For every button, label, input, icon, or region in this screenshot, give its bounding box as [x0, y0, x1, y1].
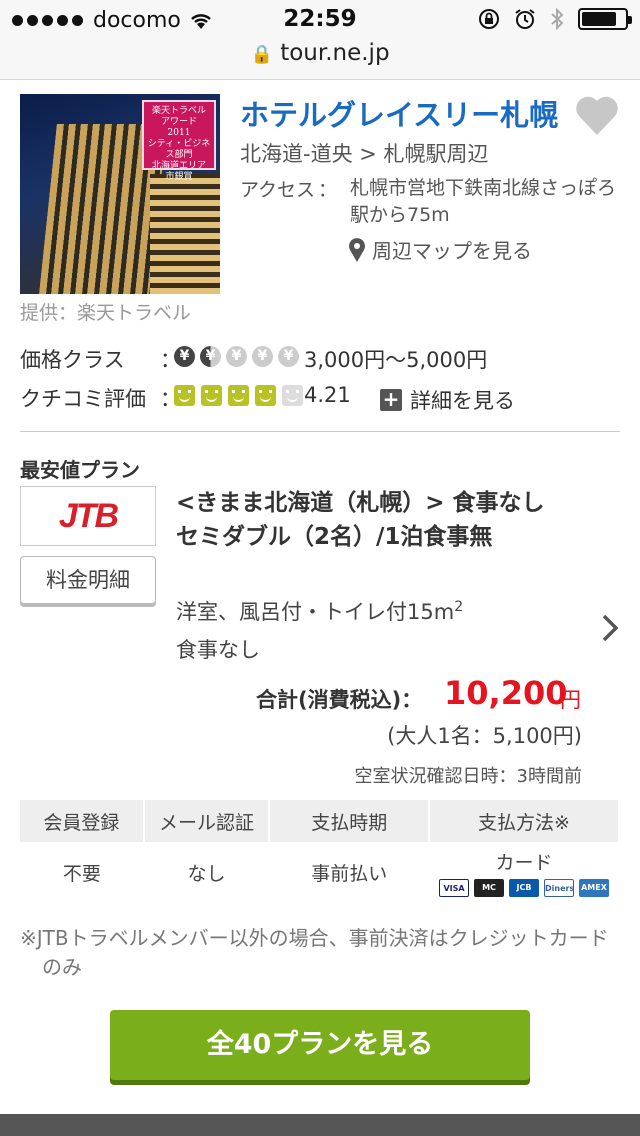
meal-info: 食事なし [176, 638, 260, 662]
review-rating [174, 385, 303, 406]
jtb-logo: JTB [58, 496, 119, 535]
payment-note: ※JTBトラベルメンバー以外の場合、事前決済はクレジットカードのみ [20, 926, 609, 979]
lock-icon: 🔒 [250, 44, 273, 65]
header-membership: 会員登録 [20, 800, 145, 842]
smile-face-icon [255, 385, 276, 406]
yen-icon: ¥ [200, 346, 221, 367]
provider-logo[interactable]: JTB [20, 486, 156, 546]
header-mail-auth: メール認証 [143, 800, 271, 842]
access-label: アクセス [240, 179, 316, 201]
map-pin-icon [349, 237, 365, 262]
bottom-toolbar [0, 1114, 640, 1136]
visa-icon: VISA [439, 878, 469, 897]
status-bar: docomo 22:59 [0, 0, 640, 40]
review-label: クチコミ評価 [20, 387, 146, 411]
conditions-value-row: 不要 なし 事前払い カード VISA MC JCB Diners AMEX [20, 842, 619, 902]
smile-face-icon [201, 385, 222, 406]
amex-icon: AMEX [579, 878, 609, 897]
hotel-photo[interactable]: 楽天トラベル アワード 2011 シティ・ビジネス部門 北海道エリア 市銀賞 [20, 94, 220, 294]
jcb-icon: JCB [509, 878, 539, 897]
plus-icon: + [380, 389, 402, 411]
mastercard-icon: MC [474, 878, 504, 897]
url-text: tour.ne.jp [280, 40, 390, 66]
favorite-heart-icon[interactable] [574, 94, 620, 136]
smile-face-icon [228, 385, 249, 406]
total-unit: 円 [560, 688, 581, 712]
header-payment-method: 支払方法※ [429, 800, 620, 842]
access-colon: ： [318, 179, 338, 201]
yen-icon: ¥ [226, 346, 247, 367]
value-membership: 不要 [62, 862, 101, 885]
value-payment-timing: 事前払い [311, 862, 388, 885]
value-mail-auth: なし [187, 862, 226, 885]
header-payment-timing: 支払時期 [269, 800, 431, 842]
map-link[interactable]: 周辺マップを見る [348, 235, 532, 264]
conditions-table: 会員登録 メール認証 支払時期 支払方法※ 不要 なし 事前払い カード VIS… [20, 800, 620, 902]
bluetooth-icon [551, 8, 564, 30]
per-person-price: (大人1名：5,100円) [387, 724, 582, 748]
hotel-name-link[interactable]: ホテルグレイスリー札幌 [240, 92, 558, 134]
price-class-rating: ¥ ¥ ¥ ¥ ¥ [174, 346, 299, 367]
yen-icon: ¥ [252, 346, 273, 367]
cheapest-plan-label: 最安値プラン [20, 458, 140, 482]
review-detail-link[interactable]: + 詳細を見る [380, 385, 515, 415]
view-all-plans-button[interactable]: 全40プランを見る [110, 1010, 530, 1080]
yen-icon: ¥ [174, 346, 195, 367]
total-label: 合計(消費税込)： [256, 688, 423, 712]
room-info: 洋室、風呂付・トイレ付15m2 [176, 599, 464, 624]
value-payment-method: カード VISA MC JCB Diners AMEX [429, 842, 619, 902]
battery-icon [578, 8, 632, 30]
chevron-right-icon[interactable] [600, 612, 620, 644]
review-score: 4.21 [304, 383, 351, 407]
availability-checked-time: 空室状況確認日時：3時間前 [354, 766, 582, 787]
access-text: 札幌市営地下鉄南北線さっぽろ駅から75m [350, 177, 617, 226]
alarm-icon [515, 9, 535, 29]
address-bar[interactable]: 🔒 tour.ne.jp [0, 40, 640, 66]
price-class-label: 価格クラス [20, 348, 125, 372]
hotel-area: 北海道-道央 > 札幌駅周辺 [240, 142, 489, 166]
conditions-header-row: 会員登録 メール認証 支払時期 支払方法※ [20, 800, 620, 842]
plan-title-link[interactable]: <きまま北海道（札幌）> 食事なし セミダブル（2名）/1泊食事無 [176, 486, 586, 554]
smile-face-icon [282, 385, 303, 406]
image-credit: 提供：楽天トラベル [20, 302, 192, 324]
award-badge: 楽天トラベル アワード 2011 シティ・ビジネス部門 北海道エリア 市銀賞 [142, 100, 216, 182]
total-price: 10,200 [444, 674, 568, 712]
diners-icon: Diners [544, 878, 574, 897]
card-brands: VISA MC JCB Diners AMEX [429, 878, 619, 897]
review-detail-label: 詳細を見る [410, 389, 515, 413]
rotation-lock-icon [479, 9, 499, 29]
price-range: 3,000円～5,000円 [304, 348, 488, 372]
status-icons [478, 8, 632, 30]
section-divider [20, 431, 620, 432]
browser-chrome: docomo 22:59 🔒 tour.ne.jp [0, 0, 640, 80]
map-link-label: 周辺マップを見る [372, 239, 532, 263]
payment-method-label: カード [495, 851, 553, 874]
smile-face-icon [174, 385, 195, 406]
fee-detail-button[interactable]: 料金明細 [20, 556, 156, 604]
yen-icon: ¥ [278, 346, 299, 367]
